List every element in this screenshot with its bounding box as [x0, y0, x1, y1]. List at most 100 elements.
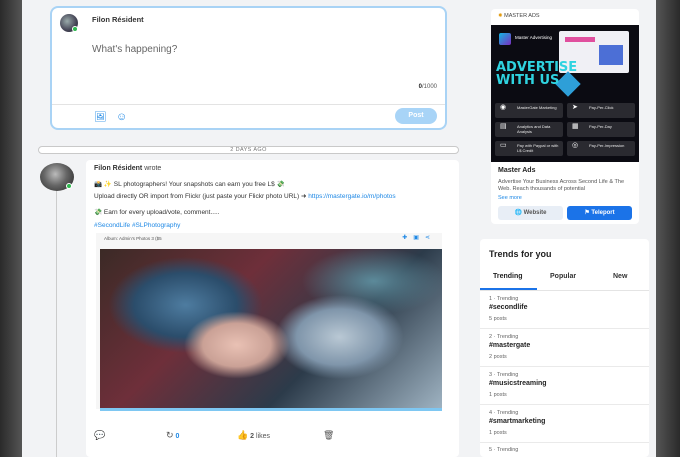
tab-new[interactable]: New [613, 273, 627, 280]
trend-count: 5 posts [489, 316, 507, 322]
trend-hashtag[interactable]: #secondlife [489, 304, 528, 311]
trend-item[interactable]: 5 · Trending [489, 447, 518, 453]
hashtags-link[interactable]: #SecondLife #SLPhotography [94, 222, 180, 229]
ad-feature-label: MasterGate Marketing [517, 105, 557, 110]
trend-meta: 1 · Trending [489, 296, 519, 302]
brand-logo-icon [499, 33, 511, 45]
tab-trending[interactable]: Trending [493, 273, 523, 280]
thread-line [56, 190, 57, 457]
ad-feature: ➤ Pay-Per-Click [567, 103, 635, 118]
ad-tag: ✸ MASTER ADS [498, 13, 540, 19]
post-link[interactable]: https://mastergate.io/m/photos [308, 193, 395, 200]
date-separator: 2 DAYS AGO [38, 146, 459, 154]
post-author-name[interactable]: Filon Résident [94, 165, 142, 172]
trend-hashtag[interactable]: #smartmarketing [489, 418, 545, 425]
share-icon[interactable]: ⋖ [425, 235, 436, 241]
divider [480, 366, 649, 367]
likes-count: 2 [250, 433, 255, 440]
feed-post: Filon Résident wrote 📸 ✨ SL photographer… [86, 160, 459, 457]
post-hashtags[interactable]: #SecondLife #SLPhotography [94, 222, 180, 229]
divider [480, 404, 649, 405]
ad-brand: Master Advertising [515, 35, 553, 40]
comment-button[interactable]: 💬 [94, 430, 105, 441]
post-text-line-1: 📸 ✨ SL photographers! Your snapshots can… [94, 181, 285, 188]
trends-panel: Trends for you Trending Popular New 1 · … [480, 239, 649, 457]
trend-hashtag[interactable]: #musicstreaming [489, 380, 547, 387]
ad-headline-2: WITH US [496, 73, 560, 88]
teleport-button-label: Teleport [591, 210, 615, 216]
trend-count: 1 posts [489, 392, 507, 398]
post-composer[interactable]: Filon Résident What's happening? 0/1000 … [50, 6, 447, 130]
ad-feature: ◉ MasterGate Marketing [495, 103, 563, 118]
trend-item[interactable]: 4 · Trending #smartmarketing 1 posts [489, 410, 545, 436]
megaphone-icon: ◉ [500, 104, 507, 111]
reshare-button[interactable]: ↻ 0 [166, 430, 179, 441]
add-icon[interactable]: ✚ [402, 235, 413, 241]
post-button[interactable]: Post [395, 108, 437, 124]
calendar-icon: ▦ [572, 123, 579, 130]
trend-item[interactable]: 2 · Trending #mastergate 2 posts [489, 334, 530, 360]
post-text-line-3: 💸 Earn for every upload/vote, comment...… [94, 209, 220, 216]
tab-popular[interactable]: Popular [550, 273, 576, 280]
divider [480, 328, 649, 329]
ad-feature: ▭ Pay with Paypal or with L$ Credit [495, 141, 563, 156]
eye-icon: ◎ [572, 142, 579, 149]
thumbs-up-icon: 👍 [237, 430, 249, 440]
ad-feature-label: Pay-Per-Impression [589, 143, 625, 148]
trend-meta: 3 · Trending [489, 372, 519, 378]
ad-feature-label: Analytics and Data Analysis [517, 124, 551, 134]
window-edge-right [656, 0, 680, 457]
online-status-dot [66, 183, 72, 189]
composer-user-name: Filon Résident [92, 15, 144, 24]
trend-hashtag[interactable]: #mastergate [489, 342, 530, 349]
likes-label: likes [256, 433, 271, 440]
post-actions: 💬 ↻ 0 👍 2 likes 🗑 [86, 430, 459, 450]
teleport-button[interactable]: ⚑ Teleport [567, 206, 632, 220]
trend-count: 1 posts [489, 430, 507, 436]
trash-icon: 🗑 [323, 430, 335, 440]
delete-button[interactable]: 🗑 [323, 430, 334, 441]
trends-tabs: Trending Popular New [480, 269, 649, 291]
trends-title: Trends for you [489, 249, 552, 259]
trend-meta: 2 · Trending [489, 334, 519, 340]
character-counter: 0/1000 [419, 84, 437, 90]
album-photo[interactable] [100, 249, 442, 409]
online-status-dot [72, 26, 78, 32]
ad-feature-label: Pay-Per-Day [589, 124, 612, 129]
window-edge-left [0, 0, 22, 457]
composer-input[interactable]: What's happening? [92, 44, 177, 55]
cursor-icon: ➤ [572, 104, 578, 111]
ad-headline: ADVERTISE WITH US [496, 61, 577, 87]
ad-tag-icon: ✸ [498, 13, 503, 19]
comment-icon: 💬 [94, 430, 106, 440]
globe-icon: 🌐 [514, 210, 522, 216]
website-button[interactable]: 🌐 Website [498, 206, 563, 220]
website-button-label: Website [523, 210, 547, 216]
ad-feature-label: Pay with Paypal or with L$ Credit [517, 143, 559, 153]
ad-feature: ▦ Pay-Per-Day [567, 122, 635, 137]
trend-item[interactable]: 1 · Trending #secondlife 5 posts [489, 296, 528, 322]
post-verb: wrote [144, 165, 162, 172]
reshare-icon: ↻ [166, 430, 174, 440]
like-button[interactable]: 👍 2 likes [237, 430, 270, 441]
ad-banner[interactable]: Master Advertising ADVERTISE WITH US ◉ Ma… [491, 25, 639, 162]
char-limit: /1000 [421, 84, 437, 90]
ad-description: Advertise Your Business Across Second Li… [498, 179, 625, 192]
see-more-link[interactable]: See more [498, 195, 522, 201]
emoji-icon[interactable]: ☺ [116, 111, 127, 123]
wallet-icon: ▭ [500, 142, 507, 149]
ad-tag-label: MASTER ADS [504, 13, 540, 19]
post-text-line-2-text: Upload directly OR import from Flickr (j… [94, 193, 309, 200]
image-upload-icon[interactable]: 🖼 [94, 112, 107, 123]
post-text-line-2: Upload directly OR import from Flickr (j… [94, 192, 396, 200]
image-icon[interactable]: ▣ [413, 235, 425, 241]
trend-meta: 4 · Trending [489, 410, 519, 416]
composer-divider [52, 104, 445, 105]
trend-item[interactable]: 3 · Trending #musicstreaming 1 posts [489, 372, 547, 398]
album-label: Album: Admin's Photos 3 ($5 [104, 236, 162, 241]
album-embed[interactable]: Album: Admin's Photos 3 ($5 ✚▣⋖ [96, 233, 442, 411]
reshare-count: 0 [175, 433, 180, 440]
divider [480, 442, 649, 443]
post-header: Filon Résident wrote [94, 165, 161, 172]
active-tab-indicator [480, 288, 537, 290]
